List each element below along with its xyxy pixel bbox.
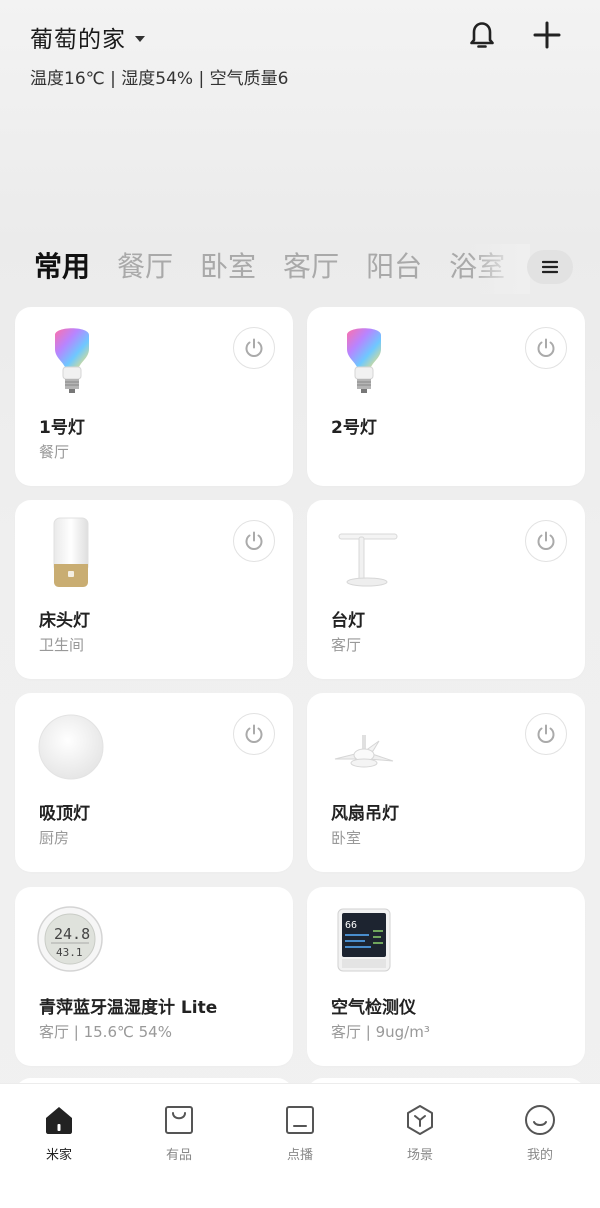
- nav-item-scene[interactable]: 场景: [380, 1104, 460, 1174]
- home-title: 葡萄的家: [30, 27, 126, 53]
- power-toggle[interactable]: [525, 520, 567, 562]
- tab-living[interactable]: 客厅: [283, 244, 339, 290]
- device-name: 青萍蓝牙温湿度计 Lite: [39, 998, 218, 1018]
- power-toggle[interactable]: [233, 520, 275, 562]
- device-card-light-2[interactable]: 2号灯: [307, 307, 585, 486]
- device-card-bedside-lamp[interactable]: 床头灯 卫生间: [15, 500, 293, 679]
- device-name: 床头灯: [39, 611, 90, 631]
- bottom-nav: 米家 有品 点播 场景 我的: [0, 1083, 600, 1208]
- tab-dining[interactable]: 餐厅: [117, 244, 173, 290]
- tv-icon: [286, 1106, 314, 1134]
- color-bulb-icon: [329, 321, 399, 397]
- power-toggle[interactable]: [233, 713, 275, 755]
- device-room: 客厅: [331, 636, 362, 654]
- fan-light-icon: [329, 707, 399, 783]
- tab-bedroom[interactable]: 卧室: [200, 244, 256, 290]
- tab-common[interactable]: 常用: [34, 244, 90, 290]
- desk-lamp-icon: [329, 514, 399, 590]
- power-toggle[interactable]: [525, 327, 567, 369]
- air-monitor-display: 66: [345, 920, 357, 931]
- power-icon: [245, 531, 263, 550]
- tab-fade: [470, 244, 530, 294]
- smiley-icon: [525, 1105, 555, 1135]
- device-card-desk-lamp[interactable]: 台灯 客厅: [307, 500, 585, 679]
- air-monitor-icon: 66: [329, 901, 399, 977]
- device-name: 风扇吊灯: [331, 804, 399, 824]
- plus-icon[interactable]: [530, 18, 564, 52]
- power-icon: [245, 724, 263, 743]
- shopping-bag-icon: [165, 1106, 193, 1134]
- device-room: 厨房: [39, 829, 70, 847]
- nav-item-mijia[interactable]: 米家: [19, 1104, 99, 1174]
- device-name: 台灯: [331, 611, 365, 631]
- nav-item-ondemand[interactable]: 点播: [260, 1104, 340, 1174]
- home-icon: [46, 1107, 72, 1134]
- power-toggle[interactable]: [525, 713, 567, 755]
- bell-icon[interactable]: [466, 18, 498, 52]
- nav-item-youpin[interactable]: 有品: [139, 1104, 219, 1174]
- device-room: 卫生间: [39, 636, 85, 654]
- nav-label: 米家: [45, 1148, 72, 1163]
- device-name: 1号灯: [39, 418, 85, 438]
- power-icon: [537, 531, 555, 550]
- thermo-display-bottom: 43.1: [56, 946, 83, 959]
- tab-balcony[interactable]: 阳台: [366, 244, 422, 290]
- power-icon: [245, 338, 263, 357]
- power-icon: [537, 724, 555, 743]
- device-card-thermo-hygrometer[interactable]: 24.8 43.1 青萍蓝牙温湿度计 Lite 客厅 | 15.6℃ 54%: [15, 887, 293, 1066]
- device-room: 客厅 | 9ug/m³: [331, 1023, 430, 1041]
- device-name: 空气检测仪: [331, 998, 416, 1018]
- device-room: 餐厅: [39, 443, 70, 461]
- color-bulb-icon: [37, 321, 107, 397]
- scene-hex-icon: [407, 1105, 433, 1135]
- header: 葡萄的家 温度16℃ | 湿度54% | 空气质量6: [0, 0, 600, 110]
- device-card-ceiling-light[interactable]: 吸顶灯 厨房: [15, 693, 293, 872]
- environment-status: 温度16℃ | 湿度54% | 空气质量6: [30, 69, 289, 89]
- device-card-air-monitor[interactable]: 66 空气检测仪 客厅 | 9ug/m³: [307, 887, 585, 1066]
- hamburger-icon[interactable]: [527, 250, 573, 284]
- nav-label: 场景: [406, 1148, 433, 1163]
- caret-down-icon: [135, 35, 145, 42]
- thermo-hygrometer-icon: 24.8 43.1: [37, 901, 107, 977]
- device-name: 吸顶灯: [39, 804, 90, 824]
- device-card-light-1[interactable]: 1号灯 餐厅: [15, 307, 293, 486]
- home-switcher[interactable]: 葡萄的家: [30, 20, 145, 54]
- power-icon: [537, 338, 555, 357]
- tab-strip: 常用餐厅卧室客厅阳台浴室: [34, 244, 524, 294]
- device-room: 卧室: [331, 829, 362, 847]
- nav-label: 点播: [286, 1148, 313, 1163]
- room-tabs: 常用餐厅卧室客厅阳台浴室: [0, 244, 600, 294]
- device-card-fan-light[interactable]: 风扇吊灯 卧室: [307, 693, 585, 872]
- device-name: 2号灯: [331, 418, 377, 438]
- power-toggle[interactable]: [233, 327, 275, 369]
- nav-label: 有品: [165, 1148, 192, 1163]
- mijia-home-page: 葡萄的家 温度16℃ | 湿度54% | 空气质量6 常用餐厅卧室客厅阳台浴室: [0, 0, 600, 1208]
- bedside-lamp-icon: [37, 514, 107, 590]
- thermo-display-top: 24.8: [54, 925, 90, 943]
- device-room: 客厅 | 15.6℃ 54%: [39, 1023, 172, 1041]
- nav-item-profile[interactable]: 我的: [500, 1104, 580, 1174]
- nav-label: 我的: [526, 1148, 553, 1163]
- ceiling-light-icon: [37, 707, 107, 783]
